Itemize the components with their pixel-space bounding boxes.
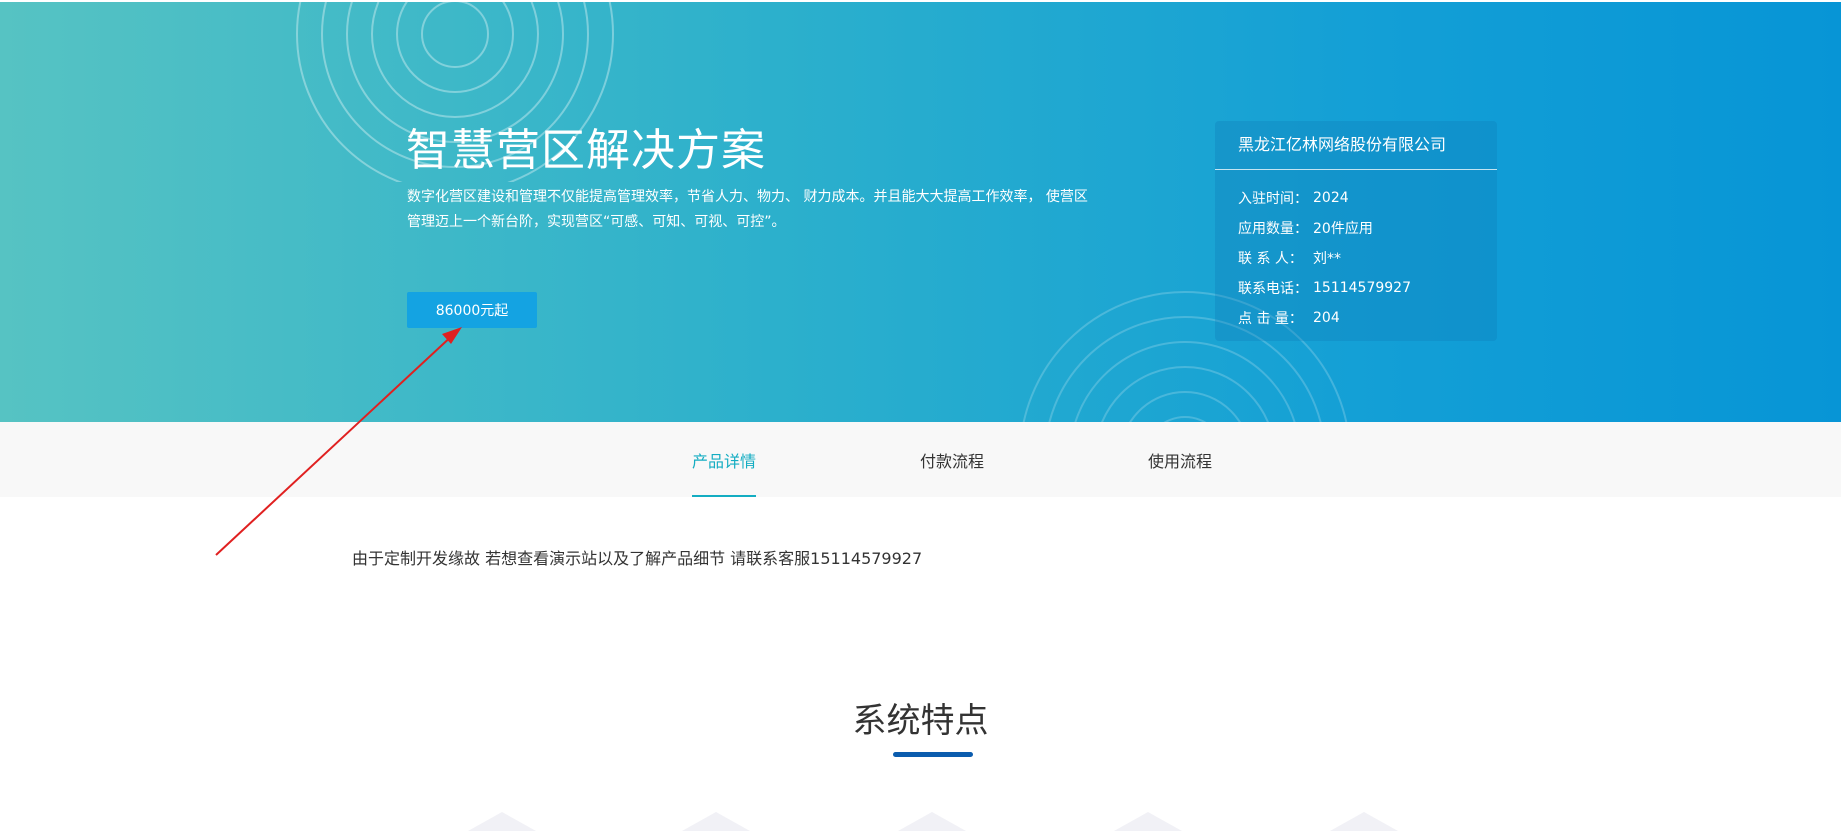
- section-title: 系统特点: [852, 701, 989, 741]
- info-row-app-count: 应用数量： 20件应用: [1215, 213, 1497, 243]
- decorative-peaks: [468, 812, 1398, 831]
- tab-usage-process[interactable]: 使用流程: [1148, 422, 1212, 497]
- info-label: 联系电话：: [1238, 281, 1308, 297]
- tab-bar: 产品详情 付款流程 使用流程: [0, 422, 1841, 497]
- contact-notice: 由于定制开发缘故 若想查看演示站以及了解产品细节 请联系客服1511457992…: [352, 549, 923, 568]
- info-label: 联 系 人：: [1238, 251, 1303, 267]
- info-row-join-time: 入驻时间： 2024: [1215, 183, 1497, 213]
- info-label: 入驻时间：: [1238, 191, 1308, 207]
- info-row-phone: 联系电话： 15114579927: [1215, 273, 1497, 303]
- info-row-contact: 联 系 人： 刘**: [1215, 243, 1497, 273]
- tab-payment-process[interactable]: 付款流程: [920, 422, 984, 497]
- hero-title: 智慧营区解决方案: [406, 125, 766, 176]
- info-value: 刘**: [1313, 251, 1341, 267]
- company-info-card: 黑龙江亿林网络股份有限公司 入驻时间： 2024 应用数量： 20件应用 联 系…: [1215, 121, 1497, 341]
- tab-product-details[interactable]: 产品详情: [692, 422, 757, 497]
- section-title-underline: [893, 752, 973, 757]
- info-label: 应用数量：: [1238, 221, 1308, 237]
- hero-banner: 智慧营区解决方案 数字化营区建设和管理不仅能提高管理效率，节省人力、物力、 财力…: [0, 2, 1841, 422]
- company-name: 黑龙江亿林网络股份有限公司: [1215, 121, 1497, 170]
- info-value: 204: [1313, 310, 1340, 326]
- info-row-clicks: 点 击 量： 204: [1215, 303, 1497, 333]
- info-label: 点 击 量：: [1238, 311, 1303, 327]
- info-list: 入驻时间： 2024 应用数量： 20件应用 联 系 人： 刘** 联系电话： …: [1215, 170, 1497, 333]
- info-value: 2024: [1313, 190, 1349, 206]
- price-button[interactable]: 86000元起: [407, 292, 537, 328]
- page: 智慧营区解决方案 数字化营区建设和管理不仅能提高管理效率，节省人力、物力、 财力…: [0, 0, 1841, 831]
- info-value: 20件应用: [1313, 221, 1373, 237]
- hero-description: 数字化营区建设和管理不仅能提高管理效率，节省人力、物力、 财力成本。并且能大大提…: [407, 189, 1088, 230]
- info-value: 15114579927: [1313, 280, 1411, 296]
